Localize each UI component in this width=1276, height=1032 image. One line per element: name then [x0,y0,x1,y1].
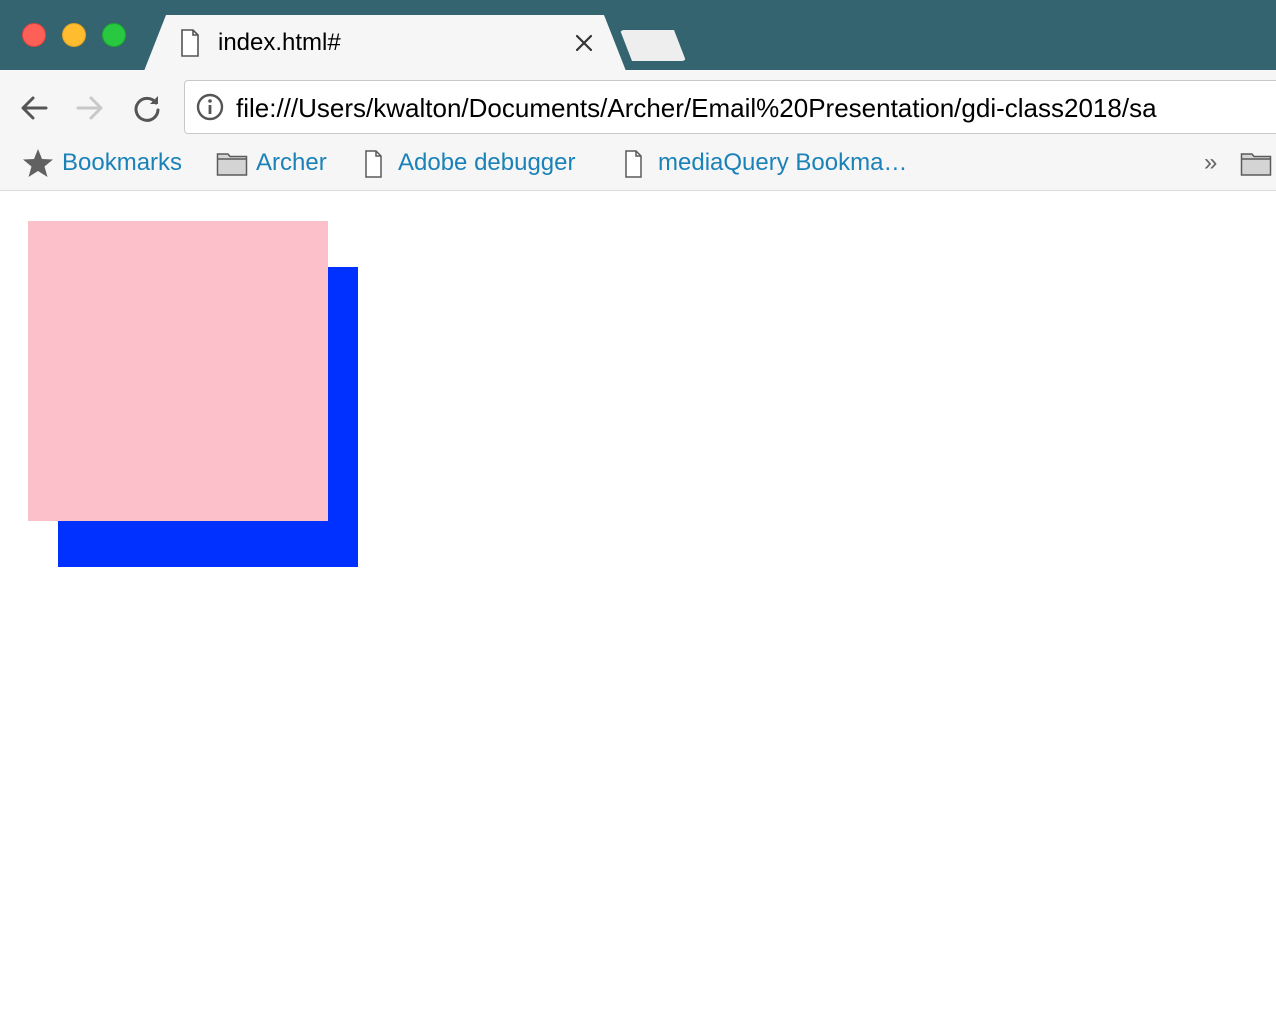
tab-active[interactable] [144,15,626,71]
tab-title: index.html# [218,29,341,56]
folder-icon[interactable] [1240,147,1272,179]
document-icon [625,150,642,178]
window-minimize-button[interactable] [62,23,86,47]
window-maximize-button[interactable] [102,23,126,47]
url-text[interactable]: file:///Users/kwalton/Documents/Archer/E… [236,92,1276,124]
bookmark-item-bookmarks[interactable]: Bookmarks [62,147,182,179]
document-icon [365,150,382,178]
pink-box [28,221,328,521]
new-tab-button[interactable] [620,30,686,61]
bookmarks-overflow-button[interactable]: » [1204,147,1217,179]
star-icon [23,149,53,177]
back-arrow-icon[interactable] [18,92,50,124]
folder-icon [216,153,248,176]
bookmark-item-mediaquery[interactable]: mediaQuery Bookma… [658,147,907,179]
close-icon[interactable] [572,31,596,55]
info-icon[interactable] [196,93,224,121]
bookmark-item-adobe-debugger[interactable]: Adobe debugger [398,147,576,179]
document-icon [181,29,199,57]
bookmark-item-archer[interactable]: Archer [256,147,327,179]
forward-arrow-icon[interactable] [74,92,106,124]
window-close-button[interactable] [22,23,46,47]
reload-icon[interactable] [131,92,163,124]
